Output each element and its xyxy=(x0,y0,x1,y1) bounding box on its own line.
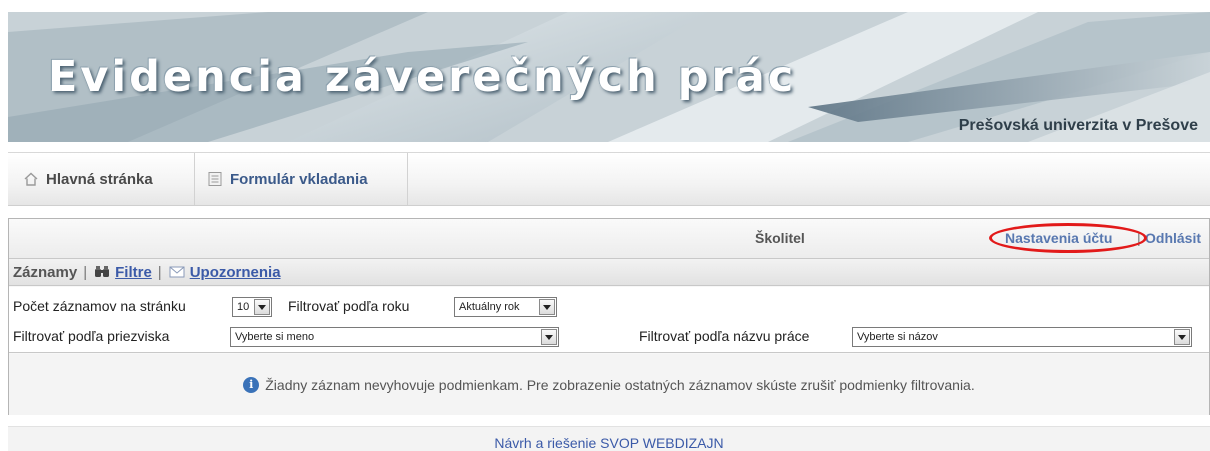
logout-link[interactable]: Odhlásit xyxy=(1145,230,1201,246)
user-toolbar: Školitel Nastavenia účtu | Odhlásit xyxy=(9,219,1209,259)
surname-filter-value: Vyberte si meno xyxy=(235,331,315,343)
home-icon xyxy=(22,170,40,188)
nav-home-label: Hlavná stránka xyxy=(46,170,153,188)
filters-link[interactable]: Filtre xyxy=(115,264,152,281)
site-title: Evidencia záverečných prác xyxy=(48,52,797,102)
year-filter-label: Filtrovať podľa roku xyxy=(288,298,410,314)
per-page-select[interactable]: 10 xyxy=(232,297,272,317)
footer-credit-link[interactable]: Návrh a riešenie SVOP WEBDIZAJN xyxy=(494,435,723,451)
chevron-down-icon xyxy=(539,299,555,315)
page-footer: Návrh a riešenie SVOP WEBDIZAJN xyxy=(8,426,1210,451)
per-page-value: 10 xyxy=(237,301,250,313)
main-navigation: Hlavná stránka Formulár vkladania xyxy=(8,152,1210,206)
envelope-icon xyxy=(168,264,186,280)
user-role: Školitel xyxy=(755,230,805,246)
title-filter-value: Vyberte si názov xyxy=(857,331,938,343)
info-icon: i xyxy=(243,376,260,393)
surname-filter-select[interactable]: Vyberte si meno xyxy=(230,327,559,347)
empty-results-notice: i Žiadny záznam nevyhovuje podmienkam. P… xyxy=(9,354,1209,415)
nav-home-link[interactable]: Hlavná stránka xyxy=(12,153,195,205)
records-label[interactable]: Záznamy xyxy=(13,264,77,281)
chevron-down-icon xyxy=(254,299,270,315)
title-filter-label: Filtrovať podľa názvu práce xyxy=(639,328,810,344)
subnav-separator: | xyxy=(83,263,88,281)
records-panel: Školitel Nastavenia účtu | Odhlásit Zázn… xyxy=(8,218,1210,415)
year-filter-value: Aktuálny rok xyxy=(459,301,520,313)
highlight-annotation xyxy=(989,223,1147,253)
subnav-separator: | xyxy=(157,263,162,281)
records-subnav: Záznamy | Filtre | Upozornenia xyxy=(9,259,1209,286)
year-filter-select[interactable]: Aktuálny rok xyxy=(454,297,557,317)
surname-filter-label: Filtrovať podľa priezviska xyxy=(13,328,170,344)
notifications-link[interactable]: Upozornenia xyxy=(190,264,281,281)
institution-name: Prešovská univerzita v Prešove xyxy=(958,117,1198,134)
chevron-down-icon xyxy=(1174,329,1190,345)
nav-form-link[interactable]: Formulár vkladania xyxy=(196,153,408,205)
binoculars-icon xyxy=(93,264,111,280)
per-page-label: Počet záznamov na stránku xyxy=(13,298,186,314)
nav-form-label: Formulár vkladania xyxy=(230,170,368,188)
title-filter-select[interactable]: Vyberte si názov xyxy=(852,327,1192,347)
site-banner: Evidencia záverečných prác Prešovská uni… xyxy=(8,12,1210,142)
notice-text: Žiadny záznam nevyhovuje podmienkam. Pre… xyxy=(265,376,975,393)
document-icon xyxy=(206,170,224,188)
chevron-down-icon xyxy=(541,329,557,345)
filter-form: Počet záznamov na stránku 10 Filtrovať p… xyxy=(9,287,1209,353)
